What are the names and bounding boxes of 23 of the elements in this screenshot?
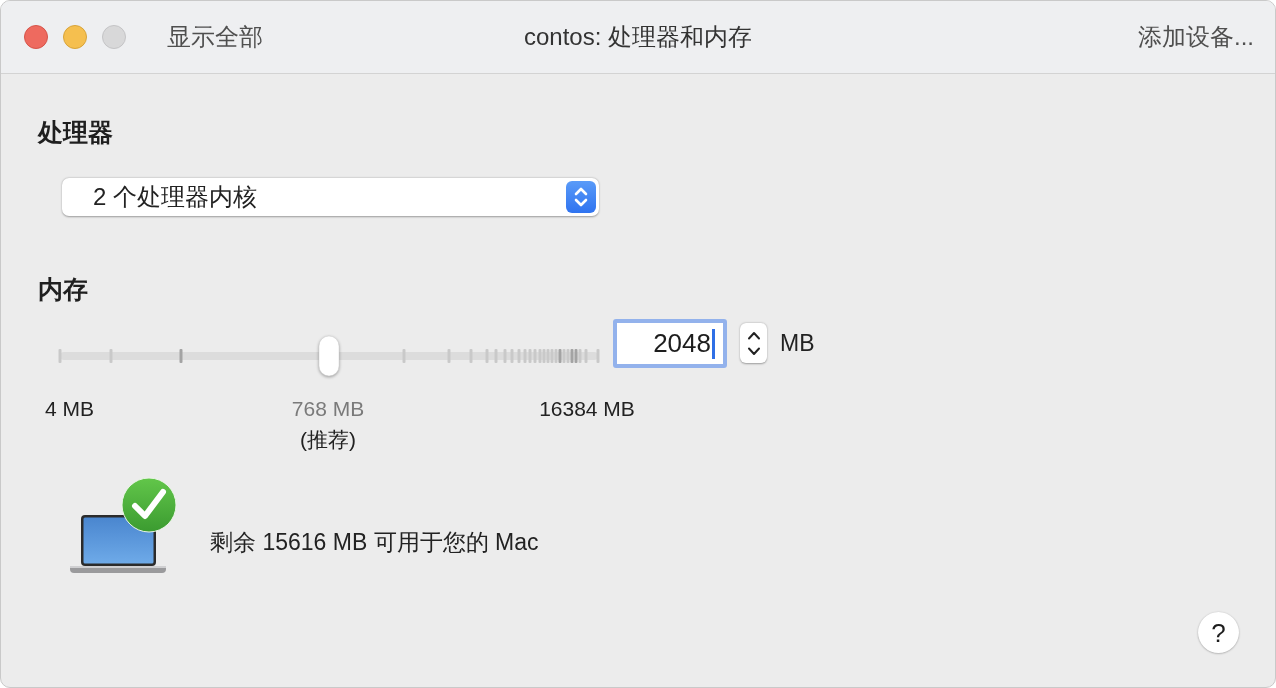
window-title: contos: 处理器和内存 bbox=[523, 22, 752, 52]
show-all-button[interactable]: 显示全部 bbox=[167, 22, 263, 52]
memory-unit-label: MB bbox=[780, 329, 815, 358]
memory-slider-track[interactable] bbox=[58, 335, 600, 377]
add-device-button[interactable]: 添加设备... bbox=[1138, 22, 1254, 52]
recommended-note-label: (推荐) bbox=[300, 427, 356, 453]
text-caret-icon bbox=[712, 328, 715, 359]
min-memory-label: 4 MB bbox=[45, 396, 94, 422]
chevron-down-icon[interactable] bbox=[746, 346, 761, 356]
minimize-button[interactable] bbox=[63, 25, 87, 49]
memory-stepper[interactable] bbox=[740, 323, 767, 363]
slider-thumb[interactable] bbox=[318, 335, 340, 377]
memory-heading: 内存 bbox=[38, 274, 88, 304]
core-count-popup[interactable]: 2 个处理器内核 bbox=[62, 178, 599, 216]
available-memory-text: 剩余 15616 MB 可用于您的 Mac bbox=[210, 528, 539, 557]
help-button[interactable]: ? bbox=[1198, 612, 1239, 653]
popup-arrows-icon bbox=[566, 181, 596, 213]
max-memory-label: 16384 MB bbox=[539, 396, 635, 422]
recommended-memory-label: 768 MB bbox=[291, 396, 365, 422]
chevron-up-icon[interactable] bbox=[746, 330, 761, 340]
close-button[interactable] bbox=[24, 25, 48, 49]
processor-heading: 处理器 bbox=[38, 117, 113, 147]
memory-field[interactable]: 2048 bbox=[613, 319, 727, 368]
